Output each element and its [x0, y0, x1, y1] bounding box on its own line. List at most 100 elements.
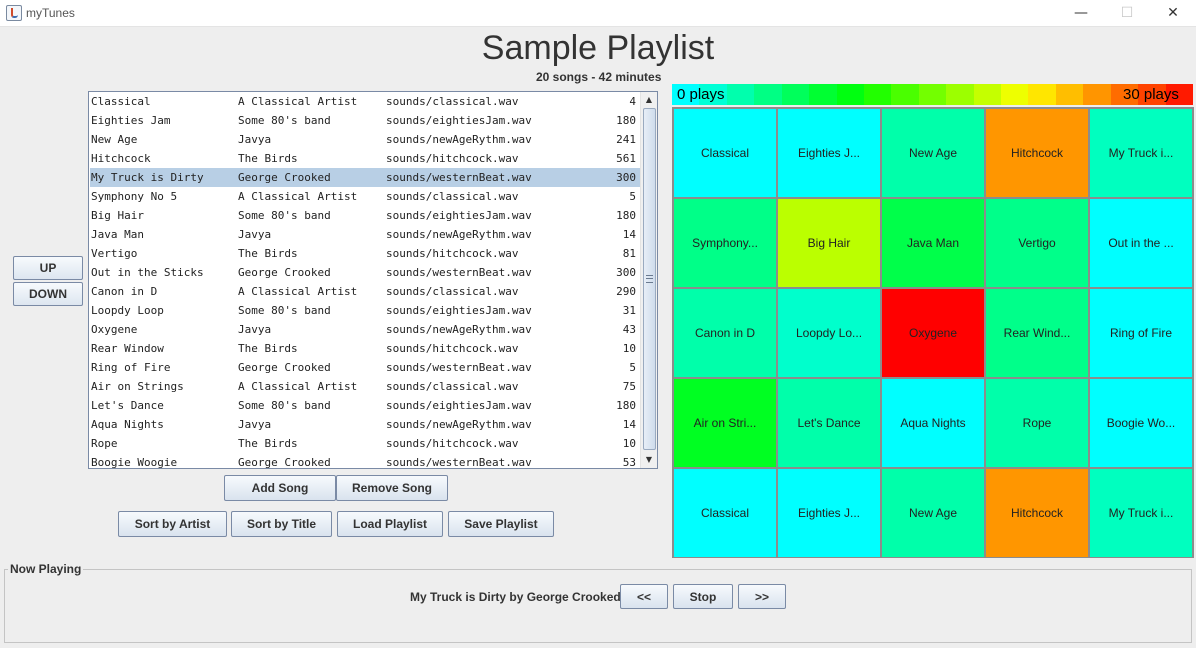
heatmap-cell[interactable]: Hitchcock [986, 109, 1088, 197]
song-row[interactable]: Air on Strings A Classical Artist sounds/c… [90, 377, 640, 396]
song-title: Loopdy Loop [91, 304, 164, 317]
load-playlist-button[interactable]: Load Playlist [337, 511, 443, 537]
song-plays: 14 [622, 228, 636, 241]
song-row[interactable]: Out in the Sticks George Crooked sounds/we… [90, 263, 640, 282]
heatmap-cell[interactable]: Out in the ... [1090, 199, 1192, 287]
move-up-button[interactable]: UP [13, 256, 83, 280]
previous-button[interactable]: << [620, 584, 668, 609]
song-artist: Some 80's band [238, 114, 331, 127]
legend-color-segment [918, 84, 947, 105]
song-row[interactable]: Ring of Fire George Crooked sounds/western… [90, 358, 640, 377]
next-button[interactable]: >> [738, 584, 786, 609]
heatmap-cell[interactable]: Eighties J... [778, 109, 880, 197]
song-artist: The Birds [238, 247, 298, 260]
scrollbar-thumb[interactable] [643, 108, 656, 450]
song-file: sounds/hitchcock.wav [386, 152, 519, 165]
song-plays: 300 [616, 171, 636, 184]
song-plays: 180 [616, 114, 636, 127]
minimize-button[interactable]: — [1058, 0, 1104, 26]
song-file: sounds/newAgeRythm.wav [386, 323, 532, 336]
heatmap-cell[interactable]: Air on Stri... [674, 379, 776, 467]
window-title: myTunes [26, 6, 75, 20]
song-list-scrollbar[interactable]: ▲ ▼ [640, 92, 657, 468]
song-artist: A Classical Artist [238, 285, 358, 298]
song-row[interactable]: Boogie Woogie George Crooked sounds/wester… [90, 453, 640, 468]
song-row[interactable]: Aqua Nights Javya sounds/newAgeRythm.wav 14 [90, 415, 640, 434]
heatmap-cell[interactable]: Hitchcock [986, 469, 1088, 557]
song-row[interactable]: Oxygene Javya sounds/newAgeRythm.wav 43 [90, 320, 640, 339]
song-title: Air on Strings [91, 380, 184, 393]
song-row[interactable]: Rear Window The Birds sounds/hitchcock.wav… [90, 339, 640, 358]
song-artist: The Birds [238, 437, 298, 450]
song-row[interactable]: Big Hair Some 80's band sounds/eightiesJam… [90, 206, 640, 225]
song-row[interactable]: My Truck is Dirty George Crooked sounds/we… [90, 168, 640, 187]
song-artist: The Birds [238, 342, 298, 355]
sort-by-title-button[interactable]: Sort by Title [231, 511, 332, 537]
heatmap-cell[interactable]: My Truck i... [1090, 469, 1192, 557]
scroll-up-arrow-icon[interactable]: ▲ [641, 92, 657, 108]
stop-button[interactable]: Stop [673, 584, 733, 609]
heatmap-cell[interactable]: Aqua Nights [882, 379, 984, 467]
window-titlebar: myTunes — ☐ ✕ [0, 0, 1196, 27]
scroll-down-arrow-icon[interactable]: ▼ [641, 452, 657, 468]
song-plays: 10 [622, 342, 636, 355]
heatmap-cell[interactable]: Canon in D [674, 289, 776, 377]
save-playlist-button[interactable]: Save Playlist [448, 511, 554, 537]
song-row[interactable]: Canon in D A Classical Artist sounds/class… [90, 282, 640, 301]
song-title: Oxygene [91, 323, 138, 336]
song-plays: 290 [616, 285, 636, 298]
heatmap-cell[interactable]: My Truck i... [1090, 109, 1192, 197]
song-title: New Age [91, 133, 138, 146]
sort-by-artist-button[interactable]: Sort by Artist [118, 511, 227, 537]
song-row[interactable]: Classical A Classical Artist sounds/classi… [90, 92, 640, 111]
song-title: Classical [91, 95, 151, 108]
heatmap-cell[interactable]: Vertigo [986, 199, 1088, 287]
move-down-button[interactable]: DOWN [13, 282, 83, 306]
song-plays: 5 [629, 190, 636, 203]
remove-song-button[interactable]: Remove Song [336, 475, 448, 501]
legend-color-segment [1083, 84, 1111, 105]
song-file: sounds/classical.wav [386, 190, 519, 203]
song-title: Canon in D [91, 285, 158, 298]
heatmap-cell[interactable]: Loopdy Lo... [778, 289, 880, 377]
song-row[interactable]: New Age Javya sounds/newAgeRythm.wav 241 [90, 130, 640, 149]
heatmap-cell[interactable]: Boogie Wo... [1090, 379, 1192, 467]
heatmap-cell[interactable]: New Age [882, 109, 984, 197]
maximize-button[interactable]: ☐ [1104, 0, 1150, 26]
song-plays: 10 [622, 437, 636, 450]
heatmap-cell[interactable]: Ring of Fire [1090, 289, 1192, 377]
legend-min-label: 0 plays [677, 86, 725, 103]
now-playing-text: My Truck is Dirty by George Crooked [410, 590, 621, 604]
song-plays: 180 [616, 399, 636, 412]
song-row[interactable]: Hitchcock The Birds sounds/hitchcock.wav 56… [90, 149, 640, 168]
song-row[interactable]: Let's Dance Some 80's band sounds/eighties… [90, 396, 640, 415]
add-song-button[interactable]: Add Song [224, 475, 336, 501]
heatmap-cell[interactable]: Rear Wind... [986, 289, 1088, 377]
legend-color-segment [1001, 84, 1029, 105]
song-row[interactable]: Rope The Birds sounds/hitchcock.wav 10 [90, 434, 640, 453]
heatmap-cell[interactable]: Java Man [882, 199, 984, 287]
song-list[interactable]: Classical A Classical Artist sounds/classi… [88, 91, 658, 469]
song-file: sounds/eightiesJam.wav [386, 304, 532, 317]
heatmap-cell[interactable]: Oxygene [882, 289, 984, 377]
song-plays: 31 [622, 304, 636, 317]
song-title: Ring of Fire [91, 361, 171, 374]
heatmap-cell[interactable]: Symphony... [674, 199, 776, 287]
legend-color-segment [754, 84, 782, 105]
heatmap-cell[interactable]: New Age [882, 469, 984, 557]
song-row[interactable]: Eighties Jam Some 80's band sounds/eightie… [90, 111, 640, 130]
song-file: sounds/westernBeat.wav [386, 361, 532, 374]
song-row[interactable]: Symphony No 5 A Classical Artist sounds/cl… [90, 187, 640, 206]
song-title: Hitchcock [91, 152, 151, 165]
song-row[interactable]: Vertigo The Birds sounds/hitchcock.wav 81 [90, 244, 640, 263]
heatmap-cell[interactable]: Classical [674, 469, 776, 557]
heatmap-cell[interactable]: Classical [674, 109, 776, 197]
song-row[interactable]: Loopdy Loop Some 80's band sounds/eighties… [90, 301, 640, 320]
heatmap-cell[interactable]: Let's Dance [778, 379, 880, 467]
heatmap-cell[interactable]: Big Hair [778, 199, 880, 287]
heatmap-cell[interactable]: Rope [986, 379, 1088, 467]
song-plays: 241 [616, 133, 636, 146]
song-row[interactable]: Java Man Javya sounds/newAgeRythm.wav 14 [90, 225, 640, 244]
close-button[interactable]: ✕ [1150, 0, 1196, 26]
heatmap-cell[interactable]: Eighties J... [778, 469, 880, 557]
